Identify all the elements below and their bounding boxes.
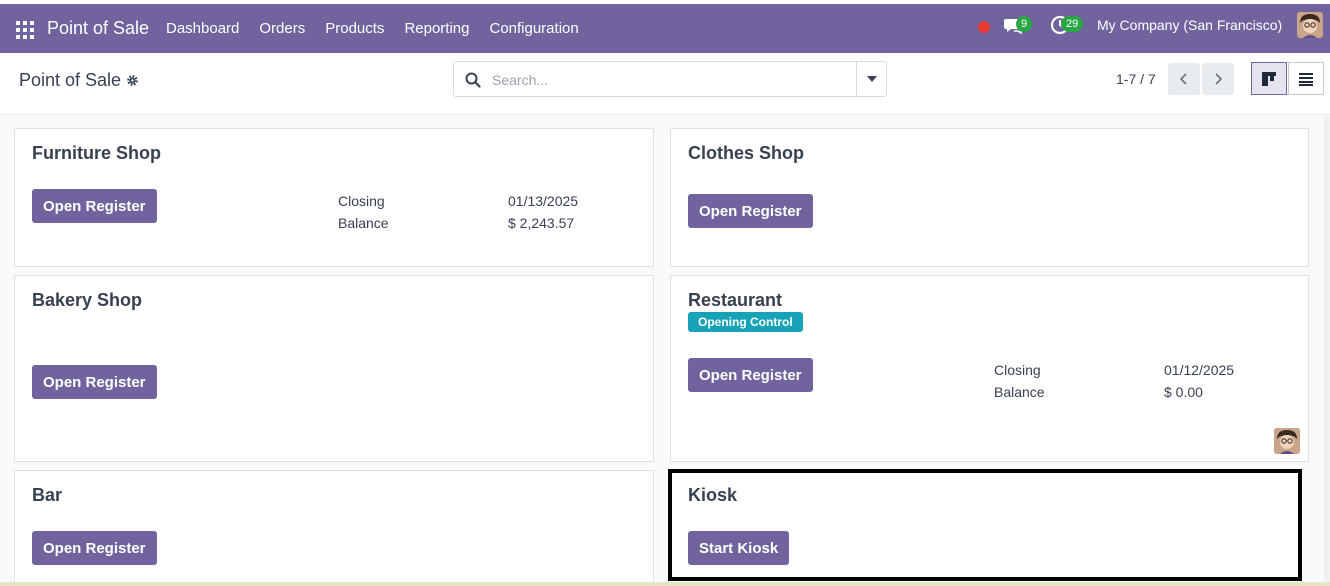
balance-label: Balance (994, 384, 1045, 400)
apps-menu-icon[interactable] (16, 21, 34, 39)
pager-value[interactable]: 1-7 / 7 (1116, 71, 1156, 87)
open-register-button[interactable]: Open Register (688, 194, 813, 228)
open-register-button[interactable]: Open Register (32, 189, 157, 223)
menu-orders[interactable]: Orders (259, 20, 305, 37)
search-input[interactable] (492, 70, 852, 90)
card-title: Bar (32, 485, 63, 505)
balance-value: $ 2,243.57 (508, 215, 575, 231)
bottom-edge (0, 582, 1330, 586)
pager-previous-button[interactable] (1168, 63, 1200, 95)
card-title: Furniture Shop (32, 143, 161, 163)
caret-down-icon (866, 76, 877, 82)
closing-date: 01/13/2025 (508, 193, 579, 209)
control-panel: Point of Sale 1-7 / 7 (0, 53, 1330, 115)
activities-badge: 29 (1061, 16, 1084, 32)
open-register-button[interactable]: Open Register (688, 358, 813, 392)
closing-date: 01/12/2025 (1164, 362, 1235, 378)
main-menu: Dashboard Orders Products Reporting Conf… (166, 20, 579, 37)
breadcrumb: Point of Sale (19, 70, 139, 91)
pos-card-furniture-shop[interactable]: Furniture Shop Open Register Closing Bal… (14, 128, 654, 267)
chevron-right-icon (1215, 73, 1223, 85)
scrollbar[interactable] (1324, 116, 1330, 586)
pager-next-button[interactable] (1202, 63, 1234, 95)
closing-label: Closing (994, 362, 1041, 378)
list-view-button[interactable] (1288, 62, 1324, 95)
gear-icon[interactable] (126, 74, 139, 87)
status-dot-icon[interactable] (978, 21, 990, 33)
page-title: Point of Sale (19, 70, 122, 90)
user-avatar[interactable] (1297, 12, 1323, 38)
open-register-button[interactable]: Open Register (32, 531, 157, 565)
search-bar (453, 61, 887, 97)
menu-dashboard[interactable]: Dashboard (166, 20, 239, 37)
closing-label: Closing (338, 193, 385, 209)
status-badge: Opening Control (688, 312, 803, 332)
card-title: Bakery Shop (32, 290, 143, 310)
balance-label: Balance (338, 215, 389, 231)
avatar-face-icon (1297, 12, 1323, 38)
pos-card-bakery-shop[interactable]: Bakery Shop Open Register (14, 275, 654, 462)
app-brand[interactable]: Point of Sale (47, 18, 149, 39)
card-title: Clothes Shop (688, 143, 804, 163)
responsible-avatar[interactable] (1274, 428, 1300, 454)
list-icon (1299, 72, 1313, 86)
pos-card-bar[interactable]: Bar Open Register (14, 470, 654, 586)
search-options-toggle[interactable] (856, 62, 886, 96)
messages-badge: 9 (1016, 16, 1033, 32)
avatar-face-icon (1274, 428, 1300, 454)
balance-value: $ 0.00 (1164, 384, 1203, 400)
pos-card-clothes-shop[interactable]: Clothes Shop Open Register (670, 128, 1309, 267)
pos-card-restaurant[interactable]: Restaurant Opening Control Open Register… (670, 275, 1309, 462)
kanban-view-button[interactable] (1251, 62, 1287, 95)
card-title: Restaurant (688, 290, 783, 310)
kanban-icon (1262, 71, 1276, 86)
menu-configuration[interactable]: Configuration (489, 20, 578, 37)
menu-reporting[interactable]: Reporting (404, 20, 469, 37)
menu-products[interactable]: Products (325, 20, 384, 37)
chevron-left-icon (1179, 73, 1187, 85)
highlight-frame (668, 469, 1302, 581)
open-register-button[interactable]: Open Register (32, 365, 157, 399)
search-icon (465, 72, 481, 88)
company-switcher[interactable]: My Company (San Francisco) (1097, 17, 1282, 33)
